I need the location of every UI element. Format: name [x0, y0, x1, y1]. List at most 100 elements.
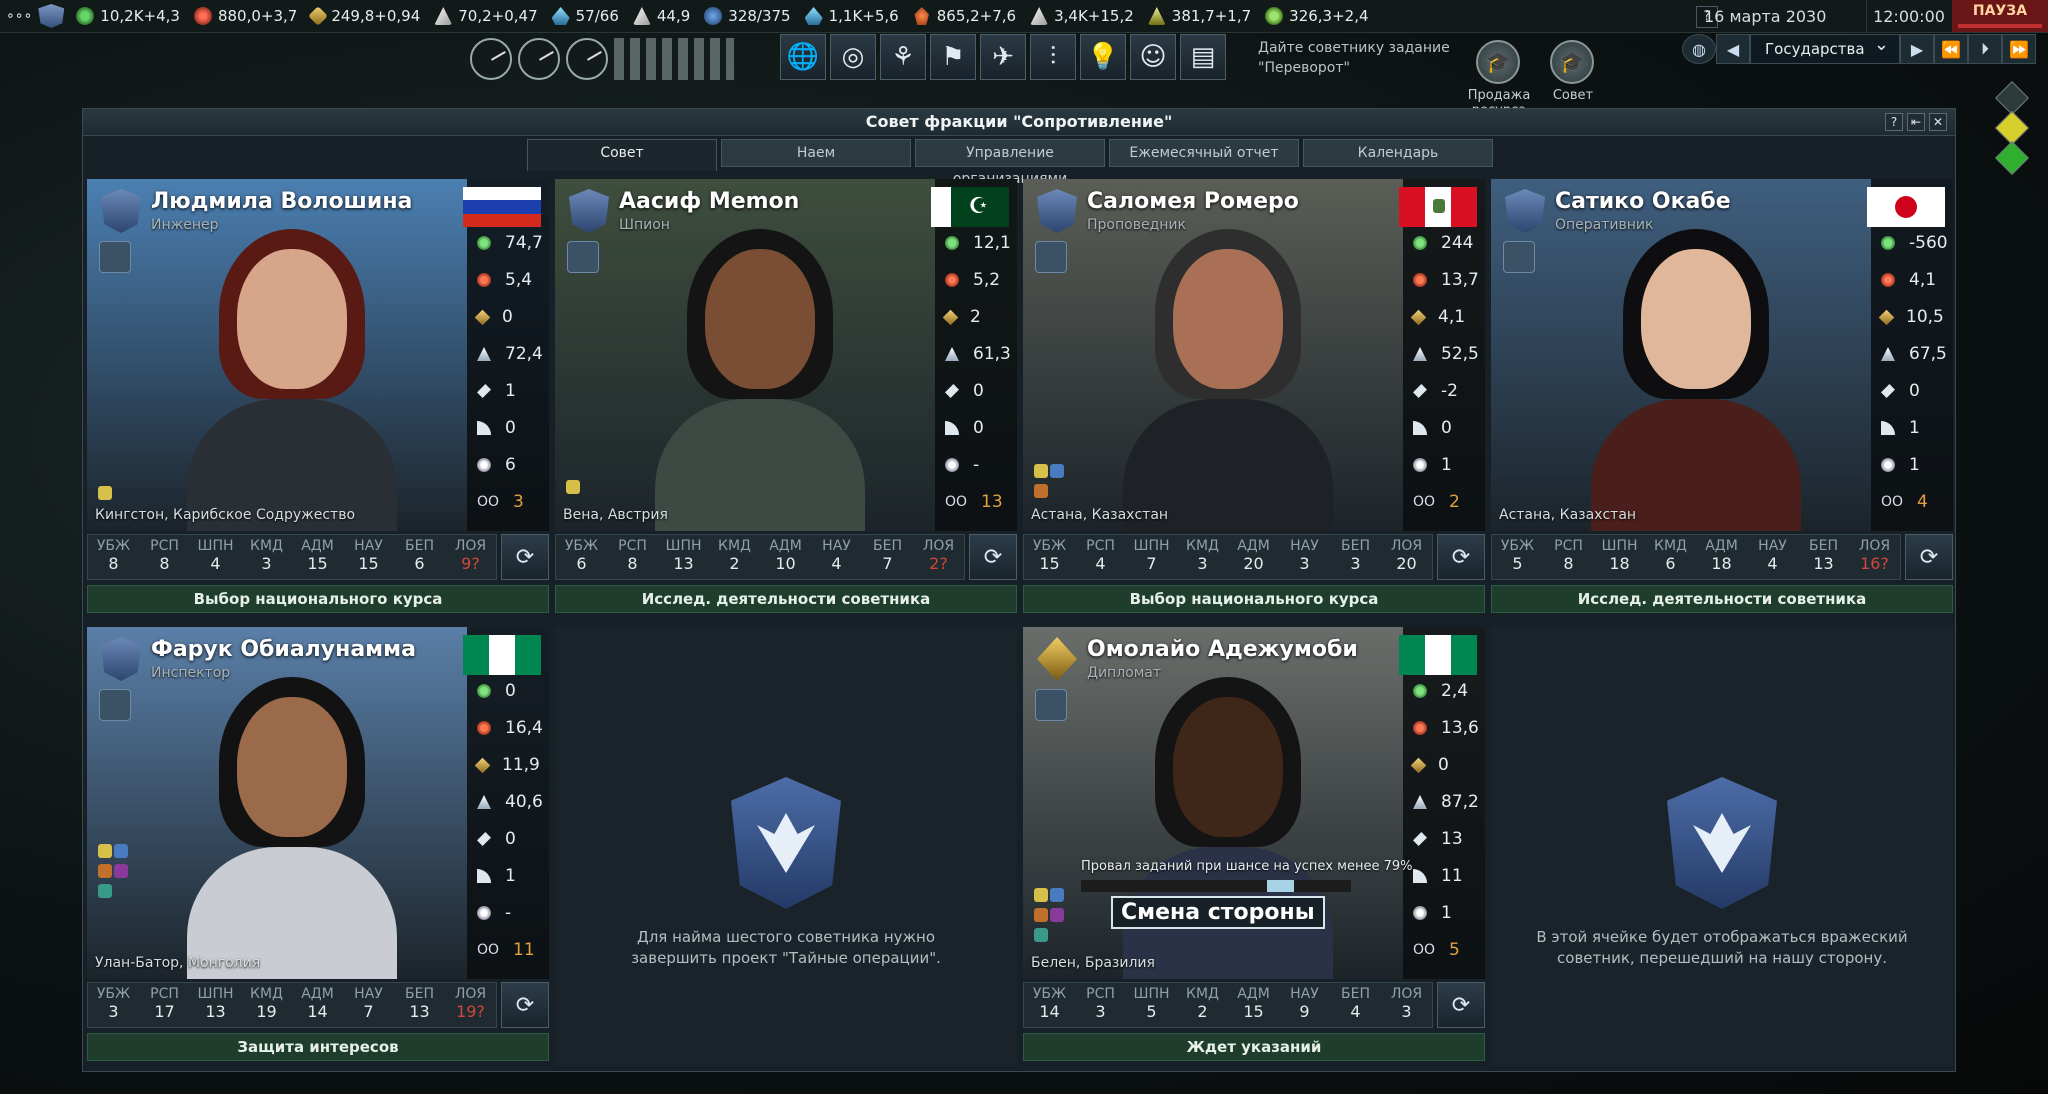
mission-status[interactable]: Защита интересов [87, 1033, 549, 1061]
attribute-cell[interactable]: ШПН 13 [658, 535, 709, 579]
attribute-cell[interactable]: ШПН 18 [1594, 535, 1645, 579]
attribute-cell[interactable]: ЛОЯ 20 [1381, 535, 1432, 579]
attribute-cell[interactable]: ШПН 4 [190, 535, 241, 579]
councilor-portrait[interactable]: Людмила Волошина Инженер 74,7 5,4 0 72,4… [87, 179, 549, 531]
councilor-portrait[interactable]: Омолайо Адежумоби Дипломат 2,4 13,6 0 87… [1023, 627, 1485, 979]
attribute-cell[interactable]: БЕП 13 [394, 983, 445, 1027]
trait-icon[interactable] [1035, 241, 1067, 273]
assign-mission-button[interactable]: ⟳ [969, 534, 1017, 580]
attribute-cell[interactable]: АДМ 20 [1228, 535, 1279, 579]
councilor-portrait[interactable]: Сатико Окабе Оперативник -560 4,1 10,5 6… [1491, 179, 1953, 531]
rank-emblem-icon[interactable] [569, 189, 609, 233]
assign-mission-button[interactable]: ⟳ [501, 534, 549, 580]
councilor-card[interactable]: Сатико Окабе Оперативник -560 4,1 10,5 6… [1491, 179, 1953, 619]
attribute-cell[interactable]: УБЖ 8 [88, 535, 139, 579]
attribute-cell[interactable]: КМД 2 [1177, 983, 1228, 1027]
tab-calendar[interactable]: Календарь [1303, 139, 1493, 167]
attribute-cell[interactable]: БЕП 7 [862, 535, 913, 579]
councilor-portrait[interactable]: Аасиф Memon Шпион ☪ 12,1 5,2 2 61,3 0 0 … [555, 179, 1017, 531]
attribute-cell[interactable]: РСП 8 [139, 535, 190, 579]
trait-icon[interactable] [99, 689, 131, 721]
attribute-cell[interactable]: НАУ 9 [1279, 983, 1330, 1027]
attribute-cell[interactable]: РСП 8 [1543, 535, 1594, 579]
attribute-cell[interactable]: ЛОЯ 2? [913, 535, 964, 579]
resource-item[interactable]: 381,7+1,7 [1147, 7, 1251, 25]
attribute-cell[interactable]: РСП 3 [1075, 983, 1126, 1027]
attribute-cell[interactable]: АДМ 15 [1228, 983, 1279, 1027]
trait-icon[interactable] [98, 864, 112, 878]
attribute-cell[interactable]: НАУ 3 [1279, 535, 1330, 579]
orbit-icon[interactable]: ◎ [830, 34, 876, 80]
rank-emblem-icon[interactable] [1037, 637, 1077, 681]
attribute-cell[interactable]: ЛОЯ 19? [445, 983, 496, 1027]
trait-icon[interactable] [1034, 888, 1048, 902]
resource-item[interactable]: 44,9 [632, 7, 690, 25]
attribute-cell[interactable]: ШПН 5 [1126, 983, 1177, 1027]
attribute-cell[interactable]: ШПН 13 [190, 983, 241, 1027]
attribute-cell[interactable]: АДМ 18 [1696, 535, 1747, 579]
resource-item[interactable]: 328/375 [704, 7, 791, 25]
peru-flag-icon[interactable] [1399, 187, 1477, 227]
prev-arrow-icon[interactable]: ◀ [1716, 34, 1750, 64]
nigeria-flag-icon[interactable] [463, 635, 541, 675]
fast-forward-icon[interactable]: ⏩ [2002, 34, 2036, 64]
attribute-cell[interactable]: КМД 19 [241, 983, 292, 1027]
councilor-portrait[interactable]: Фарук Обиалунамма Инспектор 0 16,4 11,9 … [87, 627, 549, 979]
trait-icon[interactable] [1050, 888, 1064, 902]
trait-icon[interactable] [1050, 908, 1064, 922]
resource-item[interactable]: 326,3+2,4 [1265, 7, 1369, 25]
pakistan-flag-icon[interactable]: ☪ [931, 187, 1009, 227]
trait-icon[interactable] [1050, 464, 1064, 478]
map-mode-icon[interactable] [1995, 111, 2029, 145]
attribute-cell[interactable]: НАУ 7 [343, 983, 394, 1027]
faction-logo-icon[interactable] [38, 4, 65, 28]
task-hint[interactable]: Дайте советнику задание "Переворот" [1258, 38, 1458, 78]
mission-status[interactable]: Выбор национального курса [87, 585, 549, 613]
attribute-cell[interactable]: БЕП 3 [1330, 535, 1381, 579]
mission-status[interactable]: Выбор национального курса [1023, 585, 1485, 613]
attribute-cell[interactable]: УБЖ 15 [1024, 535, 1075, 579]
gauge-icon[interactable] [518, 38, 560, 80]
attribute-cell[interactable]: БЕП 4 [1330, 983, 1381, 1027]
attribute-cell[interactable]: УБЖ 6 [556, 535, 607, 579]
resource-item[interactable]: 3,4K+15,2 [1030, 7, 1134, 25]
trait-icon[interactable] [1503, 241, 1535, 273]
councilor-card[interactable]: Фарук Обиалунамма Инспектор 0 16,4 11,9 … [87, 627, 549, 1067]
councilor-card[interactable]: Людмила Волошина Инженер 74,7 5,4 0 72,4… [87, 179, 549, 619]
attribute-cell[interactable]: БЕП 6 [394, 535, 445, 579]
earth-icon[interactable]: ◍ [1682, 34, 1716, 64]
attribute-cell[interactable]: РСП 17 [139, 983, 190, 1027]
tech-tree-icon[interactable]: ⚘ [880, 34, 926, 80]
attribute-cell[interactable]: НАУ 4 [1747, 535, 1798, 579]
trait-icon[interactable] [98, 486, 112, 500]
attribute-cell[interactable]: УБЖ 3 [88, 983, 139, 1027]
trait-icon[interactable] [1034, 464, 1048, 478]
attribute-cell[interactable]: ШПН 7 [1126, 535, 1177, 579]
sliders-icon[interactable]: ⫶ [1030, 34, 1076, 80]
tab-monthly-report[interactable]: Ежемесячный отчет [1109, 139, 1299, 167]
aliens-icon[interactable]: ☺ [1130, 34, 1176, 80]
trait-icon[interactable] [567, 241, 599, 273]
threat-meter-icon[interactable] [614, 38, 734, 80]
resource-item[interactable]: 249,8+0,94 [308, 6, 420, 26]
council-button[interactable]: 🎓 [1550, 40, 1594, 84]
mission-status[interactable]: Исслед. деятельности советника [1491, 585, 1953, 613]
news-icon[interactable]: ▤ [1180, 34, 1226, 80]
attribute-cell[interactable]: НАУ 15 [343, 535, 394, 579]
assign-mission-button[interactable]: ⟳ [1437, 982, 1485, 1028]
attribute-cell[interactable]: НАУ 4 [811, 535, 862, 579]
attribute-cell[interactable]: КМД 6 [1645, 535, 1696, 579]
rank-emblem-icon[interactable] [1037, 189, 1077, 233]
sell-resource-button[interactable]: 🎓 [1476, 40, 1520, 84]
mission-status[interactable]: Исслед. деятельности советника [555, 585, 1017, 613]
pause-button[interactable]: ПАУЗА [1952, 0, 2048, 32]
rewind-icon[interactable]: ⏪ [1934, 34, 1968, 64]
attribute-cell[interactable]: ЛОЯ 3 [1381, 983, 1432, 1027]
councilor-portrait[interactable]: Саломея Ромеро Проповедник 244 13,7 4,1 … [1023, 179, 1485, 531]
nation-select[interactable]: Государства [1750, 31, 1900, 64]
step-forward-icon[interactable]: ⏵ [1968, 34, 2002, 64]
attribute-cell[interactable]: УБЖ 14 [1024, 983, 1075, 1027]
attribute-cell[interactable]: КМД 2 [709, 535, 760, 579]
trait-icon[interactable] [1034, 484, 1048, 498]
flag-icon[interactable]: ⚑ [930, 34, 976, 80]
